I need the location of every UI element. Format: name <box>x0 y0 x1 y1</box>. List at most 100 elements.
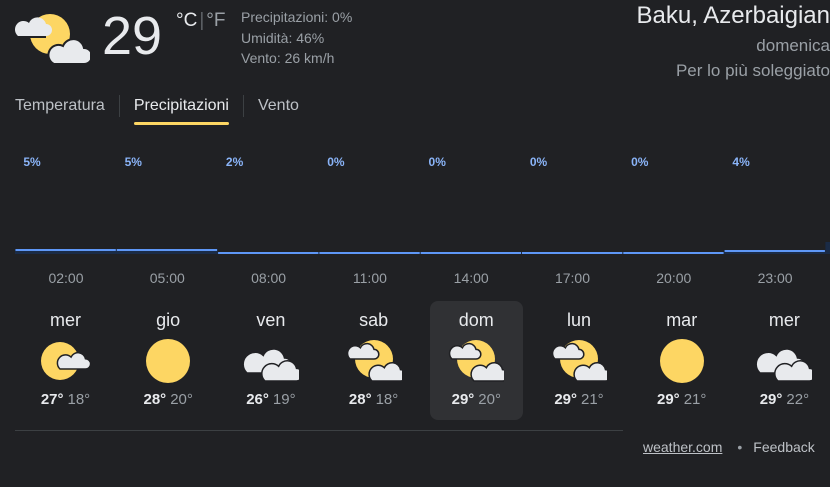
day-card-mar[interactable]: mar 29° 21° <box>635 301 728 420</box>
day-temperatures: 29° 21° <box>533 391 626 408</box>
precipitation-chart: 5% 02:00 5% 05:00 2% 08:00 0% 11:00 0% 14:00 0% 17:… <box>15 146 830 288</box>
humidity-detail: Umidità: 46% <box>241 29 325 46</box>
precipitation-value-label: 0% <box>327 155 345 169</box>
tab-divider <box>242 94 244 117</box>
footer-divider <box>15 430 623 431</box>
precipitation-value-label: 0% <box>631 155 649 169</box>
location-block: Baku, Azerbaigian domenica Per lo più so… <box>637 2 830 83</box>
day-name: dom <box>458 310 494 330</box>
precipitation-bar <box>420 252 521 254</box>
precipitation-value-label: 0% <box>530 155 548 169</box>
day-card-mer[interactable]: mer 29° 22° <box>738 301 830 420</box>
fahrenheit-button[interactable]: °F <box>206 10 225 31</box>
day-card-ven[interactable]: ven 26° 19° <box>224 301 317 420</box>
day-low-temp: 21° <box>683 391 707 408</box>
precipitation-value-label: 2% <box>226 155 244 169</box>
source-link[interactable]: weather.com <box>643 439 722 455</box>
day-card-sab[interactable]: sab 28° 18° <box>327 301 420 420</box>
feedback-link[interactable]: Feedback <box>753 439 814 455</box>
day-name: mer <box>50 310 81 330</box>
wind-detail: Vento: 26 km/h <box>241 50 335 66</box>
precipitation-bar <box>116 249 218 251</box>
partly-cloudy-icon <box>40 342 91 380</box>
day-low-temp: 18° <box>67 391 91 408</box>
day-high-temp: 28° <box>143 391 167 408</box>
mostly-sunny-icon <box>551 340 607 382</box>
day-temperatures: 29° 21° <box>635 391 728 408</box>
precipitation-value-label: 5% <box>23 155 41 169</box>
day-high-temp: 29° <box>759 391 783 408</box>
day-name: lun <box>566 310 592 330</box>
tab-divider <box>118 94 120 117</box>
precipitation-bar <box>15 249 116 251</box>
unit-separator: | <box>199 10 205 31</box>
time-tick-label: 05:00 <box>150 270 185 286</box>
precipitation-chart-svg: 5% 02:00 5% 05:00 2% 08:00 0% 11:00 0% 14:00 0% 17:… <box>15 155 830 286</box>
day-low-temp: 19° <box>272 391 296 408</box>
current-temperature: 29 <box>102 6 163 66</box>
day-low-temp: 18° <box>375 391 399 408</box>
day-name: mar <box>666 310 698 330</box>
day-card-dom[interactable]: dom 29° 20° <box>429 301 523 420</box>
day-temperatures: 26° 19° <box>224 391 317 408</box>
precipitation-value-label: 4% <box>732 155 750 169</box>
sunny-partly-cloudy-icon <box>14 14 90 65</box>
location-condition: Per lo più soleggiato <box>675 61 830 80</box>
precipitation-bar-partial <box>825 242 830 254</box>
footer-separator: • <box>737 439 743 455</box>
precipitation-bar <box>522 252 623 254</box>
day-high-temp: 29° <box>554 391 577 408</box>
day-temperatures: 27° 18° <box>19 391 112 408</box>
daily-forecast: mer 27° 18° gio 28° 20° ven 26° 19° sab 28° 18° dom 2… <box>15 301 830 421</box>
time-tick-label: 11:00 <box>353 270 387 286</box>
tab-temperature[interactable]: Temperatura <box>15 94 105 125</box>
day-temperatures: 29° 20° <box>430 391 523 408</box>
metric-tabs: Temperatura Precipitazioni Vento <box>15 94 299 125</box>
precipitation-value-label: 5% <box>125 155 143 169</box>
precipitation-value-label: 0% <box>429 155 447 169</box>
location-day: domenica <box>756 36 830 55</box>
day-low-temp: 22° <box>786 391 810 408</box>
time-tick-label: 14:00 <box>454 270 489 286</box>
precipitation-bar <box>218 252 319 254</box>
time-tick-label: 02:00 <box>48 270 83 286</box>
footer: weather.com • Feedback <box>643 439 815 455</box>
precipitation-bar <box>319 252 420 254</box>
day-high-temp: 26° <box>246 391 269 408</box>
tab-wind[interactable]: Vento <box>258 94 299 125</box>
time-tick-label: 08:00 <box>251 270 286 286</box>
celsius-button[interactable]: °C <box>176 10 197 31</box>
mostly-sunny-icon <box>449 340 505 382</box>
day-low-temp: 20° <box>478 391 501 408</box>
day-temperatures: 29° 22° <box>738 391 830 408</box>
unit-toggle: °C | °F <box>176 10 225 32</box>
day-card-lun[interactable]: lun 29° 21° <box>533 301 626 420</box>
day-card-mer[interactable]: mer 27° 18° <box>19 301 112 420</box>
day-low-temp: 21° <box>581 391 604 408</box>
time-tick-label: 17:00 <box>555 270 590 286</box>
day-name: gio <box>156 310 181 330</box>
day-high-temp: 27° <box>40 391 64 408</box>
time-tick-label: 20:00 <box>656 270 691 286</box>
day-high-temp: 28° <box>348 391 372 408</box>
day-low-temp: 20° <box>170 391 193 408</box>
day-temperatures: 28° 18° <box>327 391 420 408</box>
day-card-gio[interactable]: gio 28° 20° <box>122 301 215 420</box>
day-name: mer <box>768 310 800 330</box>
time-tick-label: 23:00 <box>758 270 793 286</box>
day-high-temp: 29° <box>451 391 475 408</box>
cloudy-icon <box>756 348 813 382</box>
cloudy-icon <box>242 348 299 382</box>
day-name: ven <box>256 310 286 330</box>
precipitation-bar <box>623 252 724 254</box>
day-temperatures: 28° 20° <box>122 391 215 408</box>
location-name: Baku, Azerbaigian <box>636 2 830 29</box>
day-high-temp: 29° <box>657 391 680 408</box>
precipitation-detail: Precipitazioni: 0% <box>241 9 353 25</box>
sunny-icon <box>659 339 704 383</box>
day-name: sab <box>359 310 389 330</box>
tab-precipitation[interactable]: Precipitazioni <box>133 94 230 125</box>
mostly-sunny-icon <box>346 340 402 382</box>
sunny-icon <box>146 339 191 383</box>
current-details: Precipitazioni: 0% Umidità: 46% Vento: 2… <box>241 7 352 69</box>
